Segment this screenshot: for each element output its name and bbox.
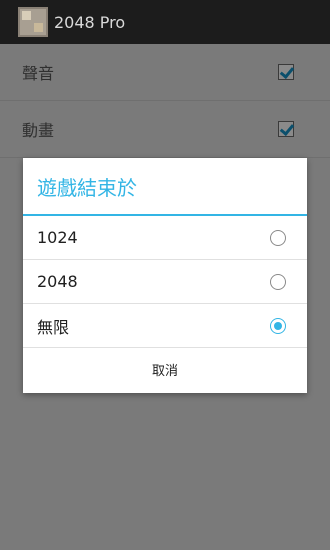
app-icon[interactable] — [18, 7, 48, 37]
setting-label: 動畫 — [22, 121, 55, 140]
option-1024[interactable]: 1024 — [23, 216, 307, 260]
sound-checkbox[interactable] — [278, 64, 294, 80]
game-end-dialog: 遊戲結束於 1024 2048 無限 取消 — [23, 158, 307, 393]
setting-row-sound[interactable]: 聲音 — [0, 44, 330, 101]
option-2048[interactable]: 2048 — [23, 260, 307, 304]
option-unlimited[interactable]: 無限 — [23, 304, 307, 348]
option-label: 2048 — [37, 272, 78, 291]
setting-label: 聲音 — [22, 64, 55, 83]
dialog-title: 遊戲結束於 — [23, 158, 307, 216]
option-label: 無限 — [37, 317, 70, 337]
tile-icon — [34, 23, 43, 32]
app-title: 2048 Pro — [54, 12, 126, 32]
radio-button[interactable] — [270, 273, 286, 290]
option-label: 1024 — [37, 228, 78, 247]
radio-button[interactable] — [270, 229, 286, 246]
radio-button-selected[interactable] — [270, 317, 286, 334]
cancel-button[interactable]: 取消 — [23, 348, 307, 391]
action-bar: 2048 Pro — [0, 0, 330, 44]
setting-row-animation[interactable]: 動畫 — [0, 101, 330, 158]
tile-icon — [22, 11, 31, 20]
animation-checkbox[interactable] — [278, 121, 294, 137]
settings-list: 聲音 動畫 — [0, 44, 330, 158]
